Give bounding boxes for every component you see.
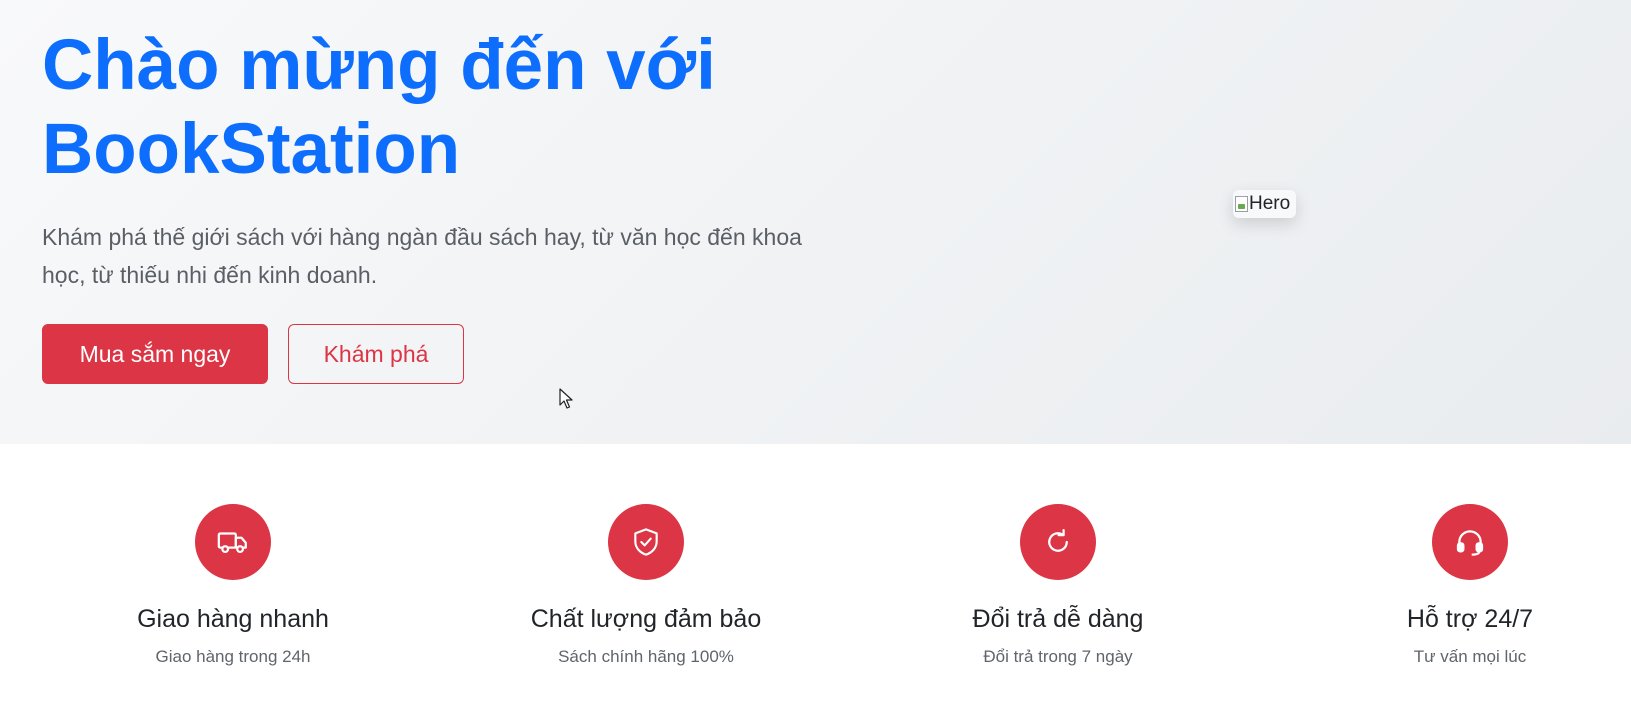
truck-icon: [195, 504, 271, 580]
hero-image-alt-text: Hero: [1249, 193, 1291, 214]
feature-item-support: Hỗ trợ 24/7 Tư vấn mọi lúc: [1290, 504, 1631, 668]
shield-check-icon: [608, 504, 684, 580]
shop-now-button[interactable]: Mua sắm ngay: [42, 324, 268, 384]
feature-description: Giao hàng trong 24h: [155, 647, 311, 666]
features-section: Giao hàng nhanh Giao hàng trong 24h Chất…: [0, 444, 1631, 714]
hero-description: Khám phá thế giới sách với hàng ngàn đầu…: [42, 224, 802, 288]
hero-image: Hero: [1233, 190, 1296, 218]
feature-item-easy-return: Đổi trả dễ dàng Đổi trả trong 7 ngày: [878, 504, 1238, 668]
feature-item-quality: Chất lượng đảm bảo Sách chính hãng 100%: [466, 504, 826, 668]
hero-title: Chào mừng đến với BookStation: [42, 24, 862, 192]
hero-section: Chào mừng đến với BookStation Khám phá t…: [0, 0, 1631, 444]
broken-image-icon: [1235, 196, 1248, 212]
feature-title: Đổi trả dễ dàng: [972, 605, 1144, 633]
explore-button[interactable]: Khám phá: [288, 324, 464, 384]
feature-title: Giao hàng nhanh: [137, 605, 329, 633]
mouse-cursor-icon: [559, 388, 573, 409]
headset-icon: [1432, 504, 1508, 580]
hero-title-line2: BookStation: [42, 110, 461, 189]
hero-title-line1: Chào mừng đến với: [42, 26, 716, 105]
refresh-icon: [1020, 504, 1096, 580]
feature-description: Đổi trả trong 7 ngày: [983, 647, 1133, 666]
feature-item-fast-delivery: Giao hàng nhanh Giao hàng trong 24h: [53, 504, 413, 668]
feature-title: Hỗ trợ 24/7: [1406, 605, 1534, 633]
feature-title: Chất lượng đảm bảo: [530, 605, 762, 633]
feature-description: Sách chính hãng 100%: [558, 647, 734, 666]
feature-description: Tư vấn mọi lúc: [1413, 647, 1527, 666]
